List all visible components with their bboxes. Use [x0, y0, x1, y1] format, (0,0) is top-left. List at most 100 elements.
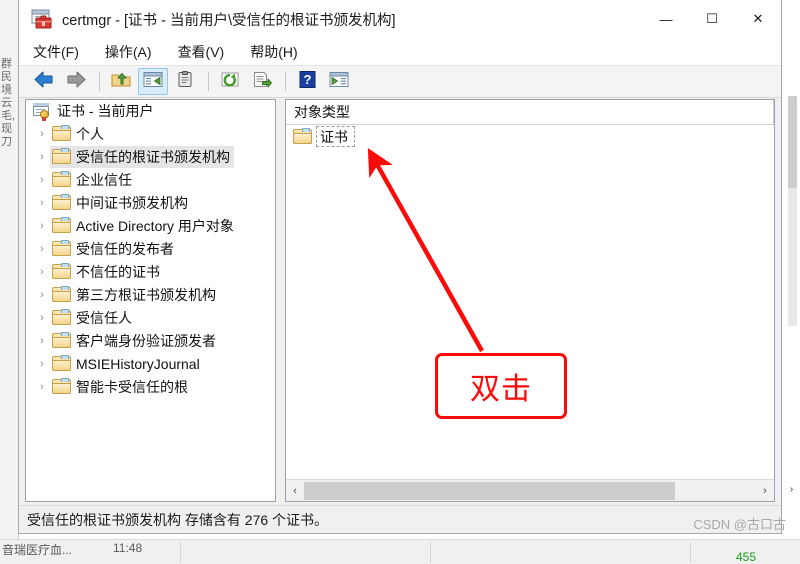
folder-icon: [52, 240, 71, 256]
folder-icon: [52, 194, 71, 210]
chevron-right-icon[interactable]: ›: [34, 174, 50, 186]
chevron-right-icon[interactable]: ›: [34, 335, 50, 347]
certificate-store-icon: [32, 102, 51, 121]
taskbar-separator-2: [430, 542, 431, 562]
title-bar[interactable]: certmgr - [证书 - 当前用户\受信任的根证书颁发机构] — ☐ ✕: [19, 0, 781, 38]
sidebar-item-trusted-people[interactable]: › 受信任人: [26, 306, 275, 329]
list-pane[interactable]: 对象类型 证书 ‹ ›: [285, 99, 775, 502]
background-scrollbar-thumb[interactable]: [788, 96, 797, 188]
content-panes: 证书 - 当前用户 › 个人 › 受信任的根证书颁发机构 › 企业信任 › 中间…: [25, 99, 775, 502]
list-item[interactable]: 证书: [286, 125, 774, 148]
sidebar-item-personal[interactable]: › 个人: [26, 122, 275, 145]
sidebar-item-trusted-root-ca[interactable]: › 受信任的根证书颁发机构: [26, 145, 275, 168]
scrollbar-thumb[interactable]: [304, 481, 675, 500]
minimize-button[interactable]: —: [643, 0, 689, 38]
chevron-right-icon[interactable]: ›: [34, 128, 50, 140]
chevron-right-icon[interactable]: ›: [34, 358, 50, 370]
folder-icon: [52, 309, 71, 325]
scrollbar-track[interactable]: [304, 480, 756, 501]
scroll-left-icon[interactable]: ‹: [286, 481, 304, 501]
sidebar-item-trusted-publishers[interactable]: › 受信任的发布者: [26, 237, 275, 260]
help-icon: ?: [297, 70, 317, 93]
taskbar-item-app[interactable]: 音瑞医疗血...: [2, 541, 72, 558]
window-title: certmgr - [证书 - 当前用户\受信任的根证书颁发机构]: [62, 12, 396, 29]
sidebar-item-smart-card-trusted-roots[interactable]: › 智能卡受信任的根: [26, 375, 275, 398]
column-header-object-type[interactable]: 对象类型: [286, 100, 774, 124]
sidebar-item-label: 第三方根证书颁发机构: [76, 286, 216, 303]
sidebar-item-enterprise-trust[interactable]: › 企业信任: [26, 168, 275, 191]
sidebar-item-label: 受信任的根证书颁发机构: [76, 148, 230, 165]
sidebar-item-third-party-root-ca[interactable]: › 第三方根证书颁发机构: [26, 283, 275, 306]
chevron-right-icon[interactable]: ›: [34, 289, 50, 301]
sidebar-item-label: 受信任的发布者: [76, 240, 174, 257]
folder-icon: [52, 217, 71, 233]
help-button[interactable]: ?: [292, 68, 322, 95]
menu-file[interactable]: 文件(F): [33, 42, 79, 62]
sidebar-item-label: MSIEHistoryJournal: [76, 355, 200, 372]
sidebar-item-label: Active Directory 用户对象: [76, 217, 234, 234]
refresh-button[interactable]: [215, 68, 245, 95]
double-click-callout: 双击: [435, 353, 567, 419]
toolbar-separator: [99, 72, 100, 91]
status-text: 受信任的根证书颁发机构 存储含有 276 个证书。: [27, 511, 329, 528]
pane-splitter[interactable]: [276, 99, 285, 502]
sidebar-item-msie-history-journal[interactable]: › MSIEHistoryJournal: [26, 352, 275, 375]
show-action-pane-button[interactable]: [324, 68, 354, 95]
background-green-text: 455: [735, 550, 756, 564]
sidebar-item-label: 个人: [76, 125, 104, 142]
double-click-label: 双击: [470, 373, 532, 406]
toolbar: ?: [19, 65, 781, 98]
taskbar-clock[interactable]: 11:48: [113, 541, 142, 555]
sidebar-item-client-auth-issuers[interactable]: › 客户端身份验证颁发者: [26, 329, 275, 352]
folder-icon: [52, 286, 71, 302]
show-hide-console-tree-icon: [143, 71, 163, 93]
chevron-right-icon[interactable]: ›: [34, 312, 50, 324]
toolbar-separator-3: [285, 72, 286, 91]
scroll-right-icon[interactable]: ›: [756, 481, 774, 501]
console-tree-pane[interactable]: 证书 - 当前用户 › 个人 › 受信任的根证书颁发机构 › 企业信任 › 中间…: [25, 99, 276, 502]
menu-view[interactable]: 查看(V): [178, 42, 225, 62]
sidebar-item-untrusted-certificates[interactable]: › 不信任的证书: [26, 260, 275, 283]
minimize-icon: —: [659, 11, 673, 27]
chevron-right-icon[interactable]: ›: [34, 220, 50, 232]
forward-button[interactable]: [61, 68, 91, 95]
background-window-left-strip: 群民境云毛,现刀: [0, 0, 19, 564]
folder-icon: [52, 263, 71, 279]
chevron-right-icon[interactable]: ›: [34, 243, 50, 255]
background-scroll-right-icon[interactable]: ›: [785, 482, 798, 498]
folder-icon: [52, 125, 71, 141]
menu-help[interactable]: 帮助(H): [250, 42, 297, 62]
up-folder-button[interactable]: [106, 68, 136, 95]
chevron-right-icon[interactable]: ›: [34, 266, 50, 278]
back-button[interactable]: [29, 68, 59, 95]
folder-icon: [293, 128, 312, 144]
chevron-right-icon[interactable]: ›: [34, 197, 50, 209]
maximize-icon: ☐: [706, 11, 718, 26]
chevron-right-icon[interactable]: ›: [34, 381, 50, 393]
menu-action[interactable]: 操作(A): [105, 42, 152, 62]
back-icon: [34, 71, 54, 93]
sidebar-item-intermediate-ca[interactable]: › 中间证书颁发机构: [26, 191, 275, 214]
sidebar-item-label: 中间证书颁发机构: [76, 194, 188, 211]
tree-root-node[interactable]: 证书 - 当前用户: [26, 100, 275, 122]
list-column-header: 对象类型: [286, 100, 774, 125]
show-hide-console-tree-button[interactable]: [138, 68, 168, 95]
chevron-right-icon[interactable]: ›: [34, 151, 50, 163]
close-icon: ✕: [752, 11, 764, 26]
properties-button[interactable]: [170, 68, 200, 95]
status-bar: 受信任的根证书颁发机构 存储含有 276 个证书。: [19, 505, 781, 533]
taskbar-separator: [180, 542, 181, 562]
svg-text:?: ?: [304, 72, 312, 87]
certmgr-window: certmgr - [证书 - 当前用户\受信任的根证书颁发机构] — ☐ ✕ …: [18, 0, 782, 534]
export-list-button[interactable]: [247, 68, 277, 95]
list-horizontal-scrollbar[interactable]: ‹ ›: [286, 479, 774, 501]
maximize-button[interactable]: ☐: [689, 0, 735, 38]
close-button[interactable]: ✕: [735, 0, 781, 38]
folder-icon: [52, 171, 71, 187]
list-item-label: 证书: [316, 126, 355, 147]
sidebar-item-active-directory-user-object[interactable]: › Active Directory 用户对象: [26, 214, 275, 237]
toolbar-separator-2: [208, 72, 209, 91]
folder-icon: [52, 378, 71, 394]
folder-icon: [52, 355, 71, 371]
sidebar-item-label: 智能卡受信任的根: [76, 378, 188, 395]
